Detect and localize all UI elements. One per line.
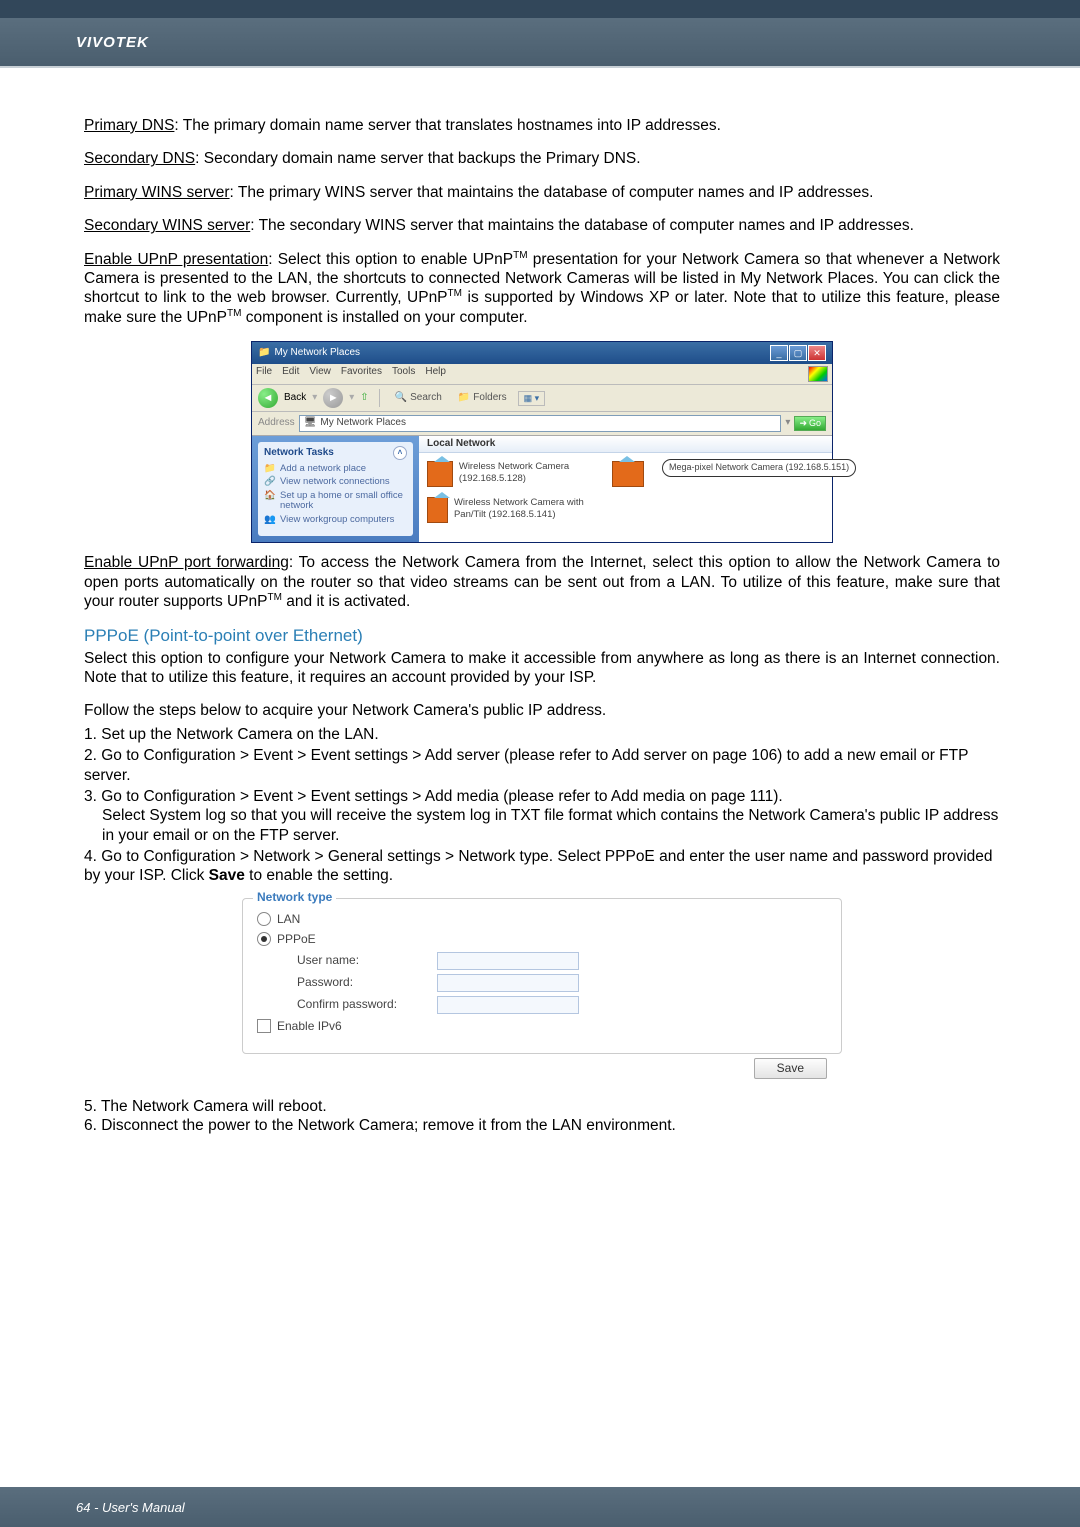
maximize-button[interactable]: ▢ [789, 345, 807, 361]
pppoe-steps: 1. Set up the Network Camera on the LAN.… [84, 725, 1000, 886]
step-1: 1. Set up the Network Camera on the LAN. [84, 725, 1000, 744]
workgroup-icon: 👥 [264, 515, 276, 525]
menu-edit[interactable]: Edit [282, 366, 299, 382]
step-5: 5. The Network Camera will reboot. [84, 1097, 1000, 1116]
camera-icon [612, 461, 644, 487]
save-button[interactable]: Save [754, 1058, 827, 1079]
def-upnp-forwarding: Enable UPnP port forwarding: To access t… [84, 553, 1000, 611]
explorer-window: 📁 My Network Places _ ▢ ✕ File Edit View… [251, 341, 833, 543]
camera-item[interactable]: Mega-pixel Network Camera (192.168.5.151… [612, 461, 787, 487]
sidebar-link[interactable]: 📁Add a network place [264, 464, 407, 474]
network-places-icon: 🖥 [304, 417, 317, 430]
pppoe-follow: Follow the steps below to acquire your N… [84, 701, 1000, 720]
callout-label: Mega-pixel Network Camera (192.168.5.151… [662, 459, 856, 476]
password-label: Password: [297, 975, 437, 990]
camera-icon [427, 461, 453, 487]
lan-label: LAN [277, 912, 300, 927]
def-secondary-dns: Secondary DNS: Secondary domain name ser… [84, 149, 1000, 168]
sidebar-link[interactable]: 🏠Set up a home or small office network [264, 491, 407, 512]
search-icon: 🔍 [395, 392, 407, 405]
page-content: Primary DNS: The primary domain name ser… [0, 68, 1080, 1156]
go-button[interactable]: ➜Go [794, 416, 826, 431]
sidebar-panel: Network Tasks ˄ 📁Add a network place 🔗Vi… [252, 436, 419, 542]
pppoe-intro: Select this option to configure your Net… [84, 649, 1000, 688]
folders-button[interactable]: 📁Folders [453, 390, 512, 407]
menu-view[interactable]: View [309, 366, 331, 382]
ipv6-label: Enable IPv6 [277, 1019, 342, 1034]
window-title: My Network Places [274, 347, 360, 360]
address-dropdown[interactable]: ▾ [785, 417, 790, 430]
def-primary-dns: Primary DNS: The primary domain name ser… [84, 116, 1000, 135]
page-footer: 64 - User's Manual [0, 1487, 1080, 1527]
step-4: 4. Go to Configuration > Network > Gener… [84, 847, 1000, 886]
folder-icon: 📁 [258, 347, 270, 360]
footer-text: 64 - User's Manual [76, 1500, 185, 1515]
username-label: User name: [297, 953, 437, 968]
home-network-icon: 🏠 [264, 491, 276, 501]
camera-icon [427, 497, 448, 523]
address-input[interactable]: 🖥My Network Places [299, 415, 782, 432]
titlebar[interactable]: 📁 My Network Places _ ▢ ✕ [252, 342, 832, 364]
brand-logo: VIVOTEK [76, 34, 149, 51]
camera-item[interactable]: Wireless Network Camera (192.168.5.128) [427, 461, 602, 487]
search-button[interactable]: 🔍Search [390, 390, 447, 407]
go-arrow-icon: ➜ [799, 418, 807, 429]
camera-item[interactable]: Wireless Network Camera with Pan/Tilt (1… [427, 497, 602, 523]
step-3: 3. Go to Configuration > Event > Event s… [84, 787, 1000, 845]
back-button[interactable]: ◄ [258, 388, 278, 408]
password-input[interactable] [437, 974, 579, 992]
forward-button[interactable]: ► [323, 388, 343, 408]
menu-file[interactable]: File [256, 366, 272, 382]
separator [379, 389, 380, 407]
pppoe-title: PPPoE (Point-to-point over Ethernet) [84, 625, 1000, 646]
section-header: Local Network [419, 436, 832, 454]
folders-icon: 📁 [458, 392, 470, 405]
close-button[interactable]: ✕ [808, 345, 826, 361]
windows-flag-icon [808, 366, 828, 382]
step-2: 2. Go to Configuration > Event > Event s… [84, 746, 1000, 785]
back-label: Back [284, 392, 306, 405]
menu-help[interactable]: Help [425, 366, 446, 382]
add-place-icon: 📁 [264, 464, 276, 474]
def-secondary-wins: Secondary WINS server: The secondary WIN… [84, 216, 1000, 235]
menu-bar: File Edit View Favorites Tools Help [252, 364, 832, 385]
confirm-password-label: Confirm password: [297, 997, 437, 1012]
network-type-panel: Network type LAN PPPoE User name: Passwo… [242, 898, 842, 1054]
panel-legend: Network type [253, 890, 336, 905]
step-6: 6. Disconnect the power to the Network C… [84, 1116, 1000, 1135]
minimize-button[interactable]: _ [770, 345, 788, 361]
address-bar: Address 🖥My Network Places ▾ ➜Go [252, 412, 832, 436]
def-primary-wins: Primary WINS server: The primary WINS se… [84, 183, 1000, 202]
sidebar-link[interactable]: 👥View workgroup computers [264, 515, 407, 525]
ipv6-checkbox[interactable] [257, 1019, 271, 1033]
sidebar-title: Network Tasks ˄ [264, 446, 407, 460]
connections-icon: 🔗 [264, 477, 276, 487]
up-button[interactable]: ⇧ [360, 392, 368, 405]
pppoe-label: PPPoE [277, 932, 316, 947]
collapse-icon[interactable]: ˄ [393, 446, 407, 460]
address-label: Address [258, 417, 295, 430]
toolbar: ◄ Back ▾ ► ▾ ⇧ 🔍Search 📁Folders ▦ ▾ [252, 385, 832, 412]
lan-radio[interactable] [257, 912, 271, 926]
username-input[interactable] [437, 952, 579, 970]
view-button[interactable]: ▦ ▾ [518, 391, 546, 406]
header-band: VIVOTEK [0, 18, 1080, 66]
pppoe-radio[interactable] [257, 932, 271, 946]
sidebar-link[interactable]: 🔗View network connections [264, 477, 407, 487]
menu-favorites[interactable]: Favorites [341, 366, 382, 382]
menu-tools[interactable]: Tools [392, 366, 415, 382]
main-area: Local Network Wireless Network Camera (1… [419, 436, 832, 542]
def-upnp-presentation: Enable UPnP presentation: Select this op… [84, 250, 1000, 328]
confirm-password-input[interactable] [437, 996, 579, 1014]
